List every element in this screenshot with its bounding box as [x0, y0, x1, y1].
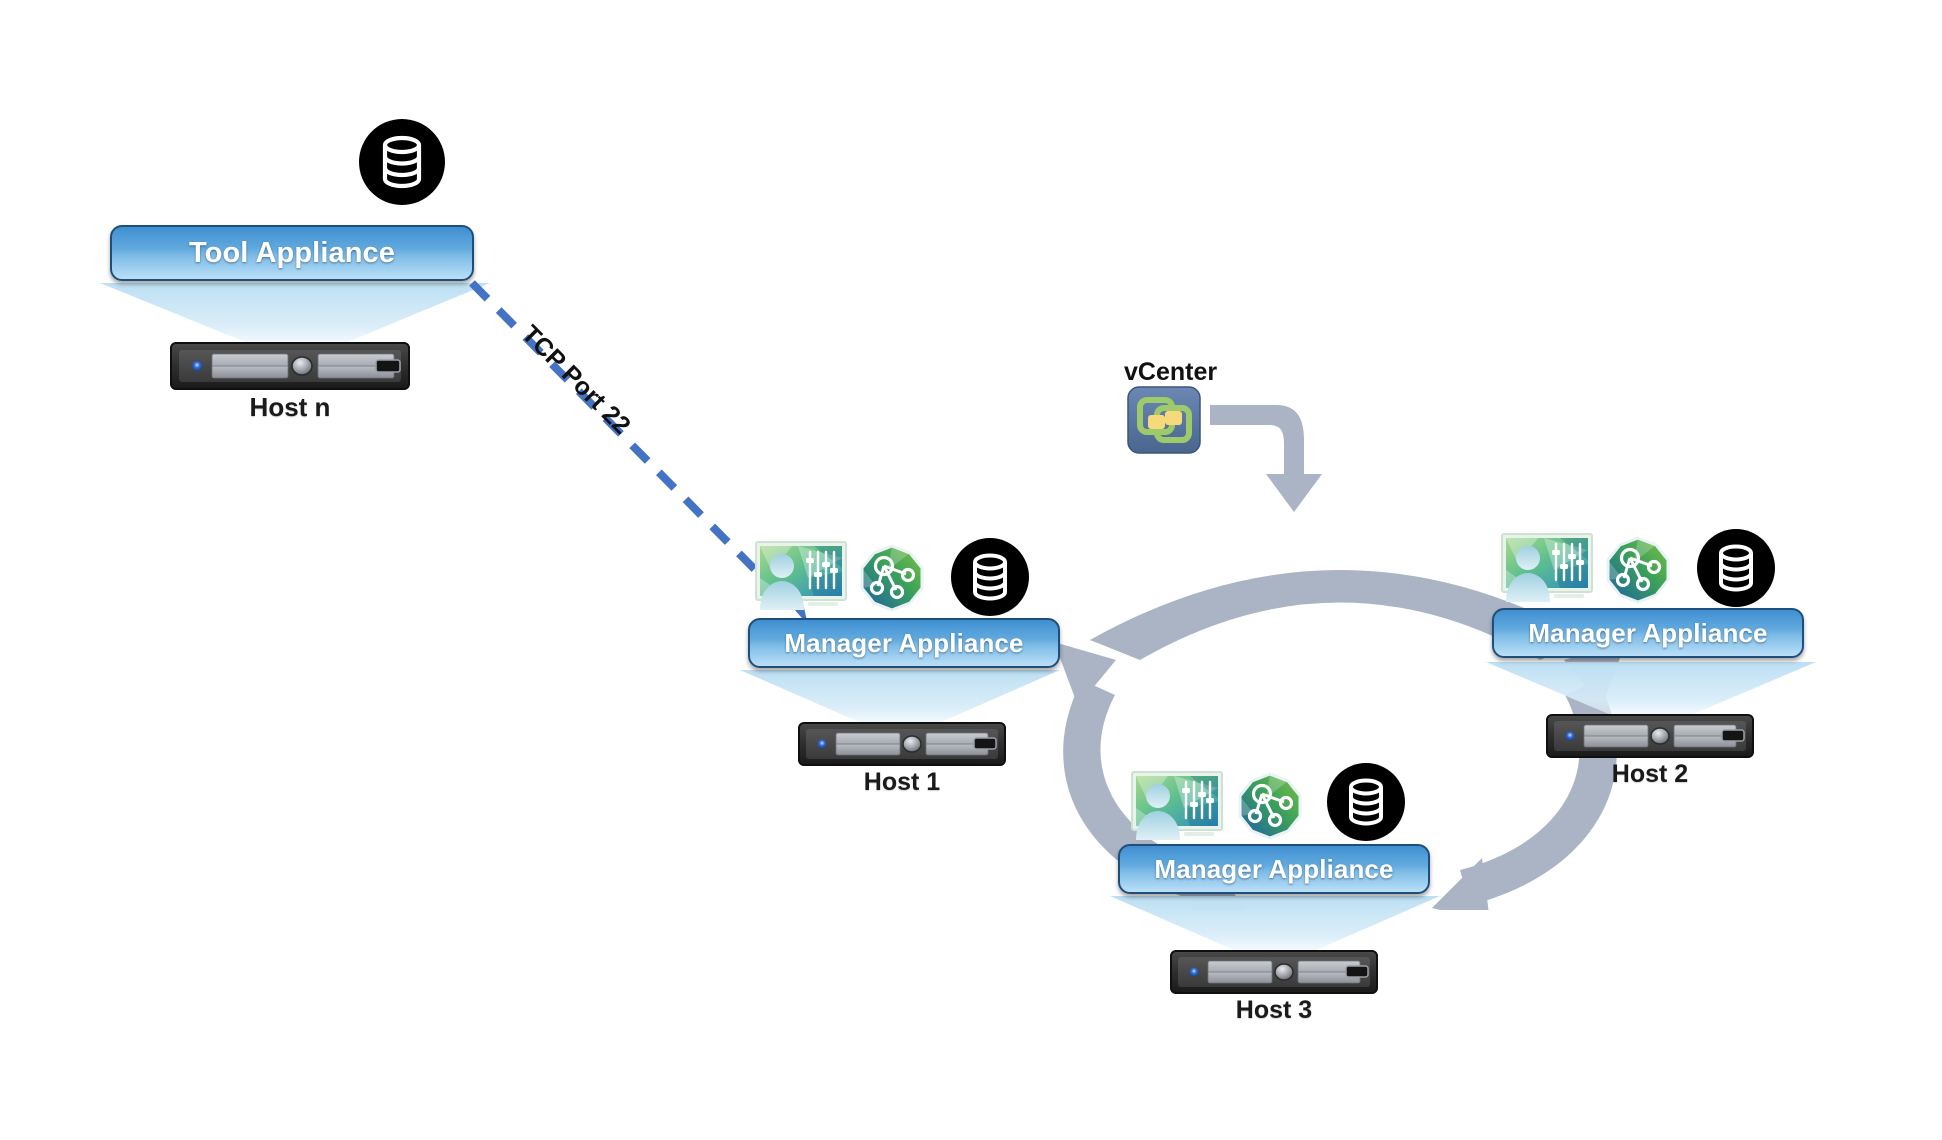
manager-appliance-1-label: Manager Appliance [784, 627, 1024, 658]
console-monitor-icon [752, 538, 852, 616]
database-icon [1696, 528, 1776, 608]
database-icon [950, 537, 1030, 617]
tool-appliance-node[interactable]: Tool Appliance [110, 225, 474, 281]
diagram-canvas: vCenter TCP Port 22 Tool Appliance Host … [0, 0, 1942, 1140]
database-icon [358, 118, 446, 206]
vcenter-label: vCenter [1124, 358, 1218, 386]
host-1-label: Host 1 [863, 768, 941, 796]
manager-appliance-2-node[interactable]: Manager Appliance [1492, 608, 1804, 658]
network-globe-icon [1604, 536, 1672, 604]
host-2-server-icon [1546, 714, 1754, 758]
database-icon [1326, 762, 1406, 842]
host-n-label: Host n [249, 392, 331, 422]
host-1-server-icon [798, 722, 1006, 766]
manager-appliance-2-label: Manager Appliance [1528, 617, 1768, 648]
console-monitor-icon [1498, 530, 1598, 608]
console-monitor-icon [1128, 768, 1228, 846]
host-3-label: Host 3 [1235, 996, 1313, 1024]
manager-appliance-3-node[interactable]: Manager Appliance [1118, 844, 1430, 894]
host-3-server-icon [1170, 950, 1378, 994]
manager-appliance-3-label: Manager Appliance [1154, 853, 1394, 884]
vcenter-icon [1126, 385, 1202, 455]
tool-appliance-label: Tool Appliance [188, 236, 395, 269]
network-globe-icon [1236, 772, 1304, 840]
host-2-label: Host 2 [1611, 760, 1689, 788]
cycle-arrow-head-right-down [1432, 858, 1490, 922]
host-n-server-icon [170, 342, 410, 390]
network-globe-icon [858, 544, 926, 612]
manager-appliance-1-node[interactable]: Manager Appliance [748, 618, 1060, 668]
vcenter-elbow-arrow [1198, 392, 1338, 522]
